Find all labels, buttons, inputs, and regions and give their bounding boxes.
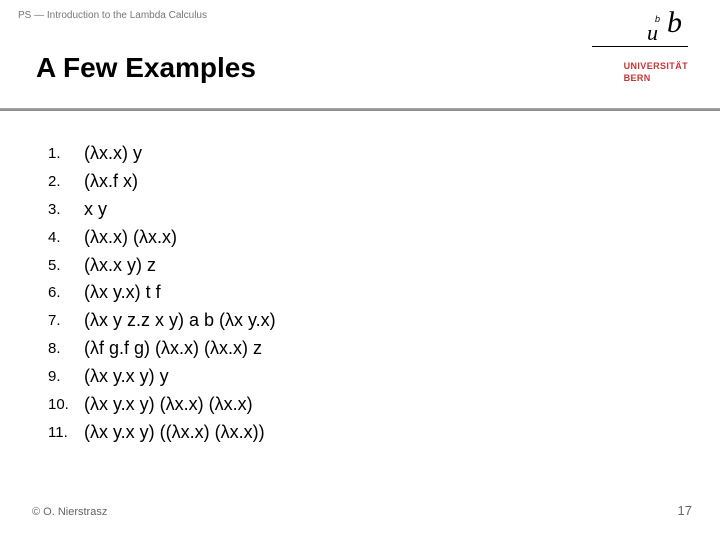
page-number: 17 — [678, 503, 692, 518]
list-item: 4. (λx.x) (λx.x) — [48, 224, 276, 252]
item-number: 3. — [48, 196, 84, 224]
list-item: 6. (λx y.x) t f — [48, 279, 276, 307]
item-expr: (λx y.x y) ((λx.x) (λx.x)) — [84, 419, 265, 447]
list-item: 3. x y — [48, 196, 276, 224]
item-number: 5. — [48, 252, 84, 280]
item-expr: (λx y.x y) (λx.x) (λx.x) — [84, 391, 253, 419]
logo-university-text: UNIVERSITÄT BERN — [624, 60, 688, 84]
item-expr: (λx.f x) — [84, 168, 138, 196]
list-item: 7. (λx y z.z x y) a b (λx y.x) — [48, 307, 276, 335]
university-logo: u b b UNIVERSITÄT BERN — [578, 4, 688, 108]
item-expr: x y — [84, 196, 107, 224]
logo-sup: b — [655, 14, 660, 24]
item-number: 8. — [48, 335, 84, 363]
item-expr: (λx.x) y — [84, 140, 142, 168]
breadcrumb: PS — Introduction to the Lambda Calculus — [18, 10, 207, 21]
item-number: 10. — [48, 391, 84, 419]
item-expr: (λx y.x) t f — [84, 279, 161, 307]
item-expr: (λf g.f g) (λx.x) (λx.x) z — [84, 335, 262, 363]
list-item: 9. (λx y.x y) y — [48, 363, 276, 391]
list-item: 10. (λx y.x y) (λx.x) (λx.x) — [48, 391, 276, 419]
item-number: 2. — [48, 168, 84, 196]
item-expr: (λx y z.z x y) a b (λx y.x) — [84, 307, 276, 335]
list-item: 1. (λx.x) y — [48, 140, 276, 168]
list-item: 5. (λx.x y) z — [48, 252, 276, 280]
item-number: 9. — [48, 363, 84, 391]
logo-letter-b: b — [667, 6, 682, 40]
item-expr: (λx.x) (λx.x) — [84, 224, 177, 252]
slide: PS — Introduction to the Lambda Calculus… — [0, 0, 720, 540]
list-item: 2. (λx.f x) — [48, 168, 276, 196]
list-item: 8. (λf g.f g) (λx.x) (λx.x) z — [48, 335, 276, 363]
examples-list: 1. (λx.x) y 2. (λx.f x) 3. x y 4. (λx.x)… — [48, 140, 276, 447]
item-expr: (λx y.x y) y — [84, 363, 169, 391]
list-item: 11. (λx y.x y) ((λx.x) (λx.x)) — [48, 419, 276, 447]
item-number: 1. — [48, 140, 84, 168]
item-expr: (λx.x y) z — [84, 252, 156, 280]
logo-divider — [592, 46, 688, 47]
header-rule — [0, 108, 720, 111]
copyright: © O. Nierstrasz — [32, 506, 107, 518]
item-number: 6. — [48, 279, 84, 307]
item-number: 11. — [48, 419, 84, 447]
item-number: 7. — [48, 307, 84, 335]
item-number: 4. — [48, 224, 84, 252]
page-title: A Few Examples — [36, 52, 256, 84]
